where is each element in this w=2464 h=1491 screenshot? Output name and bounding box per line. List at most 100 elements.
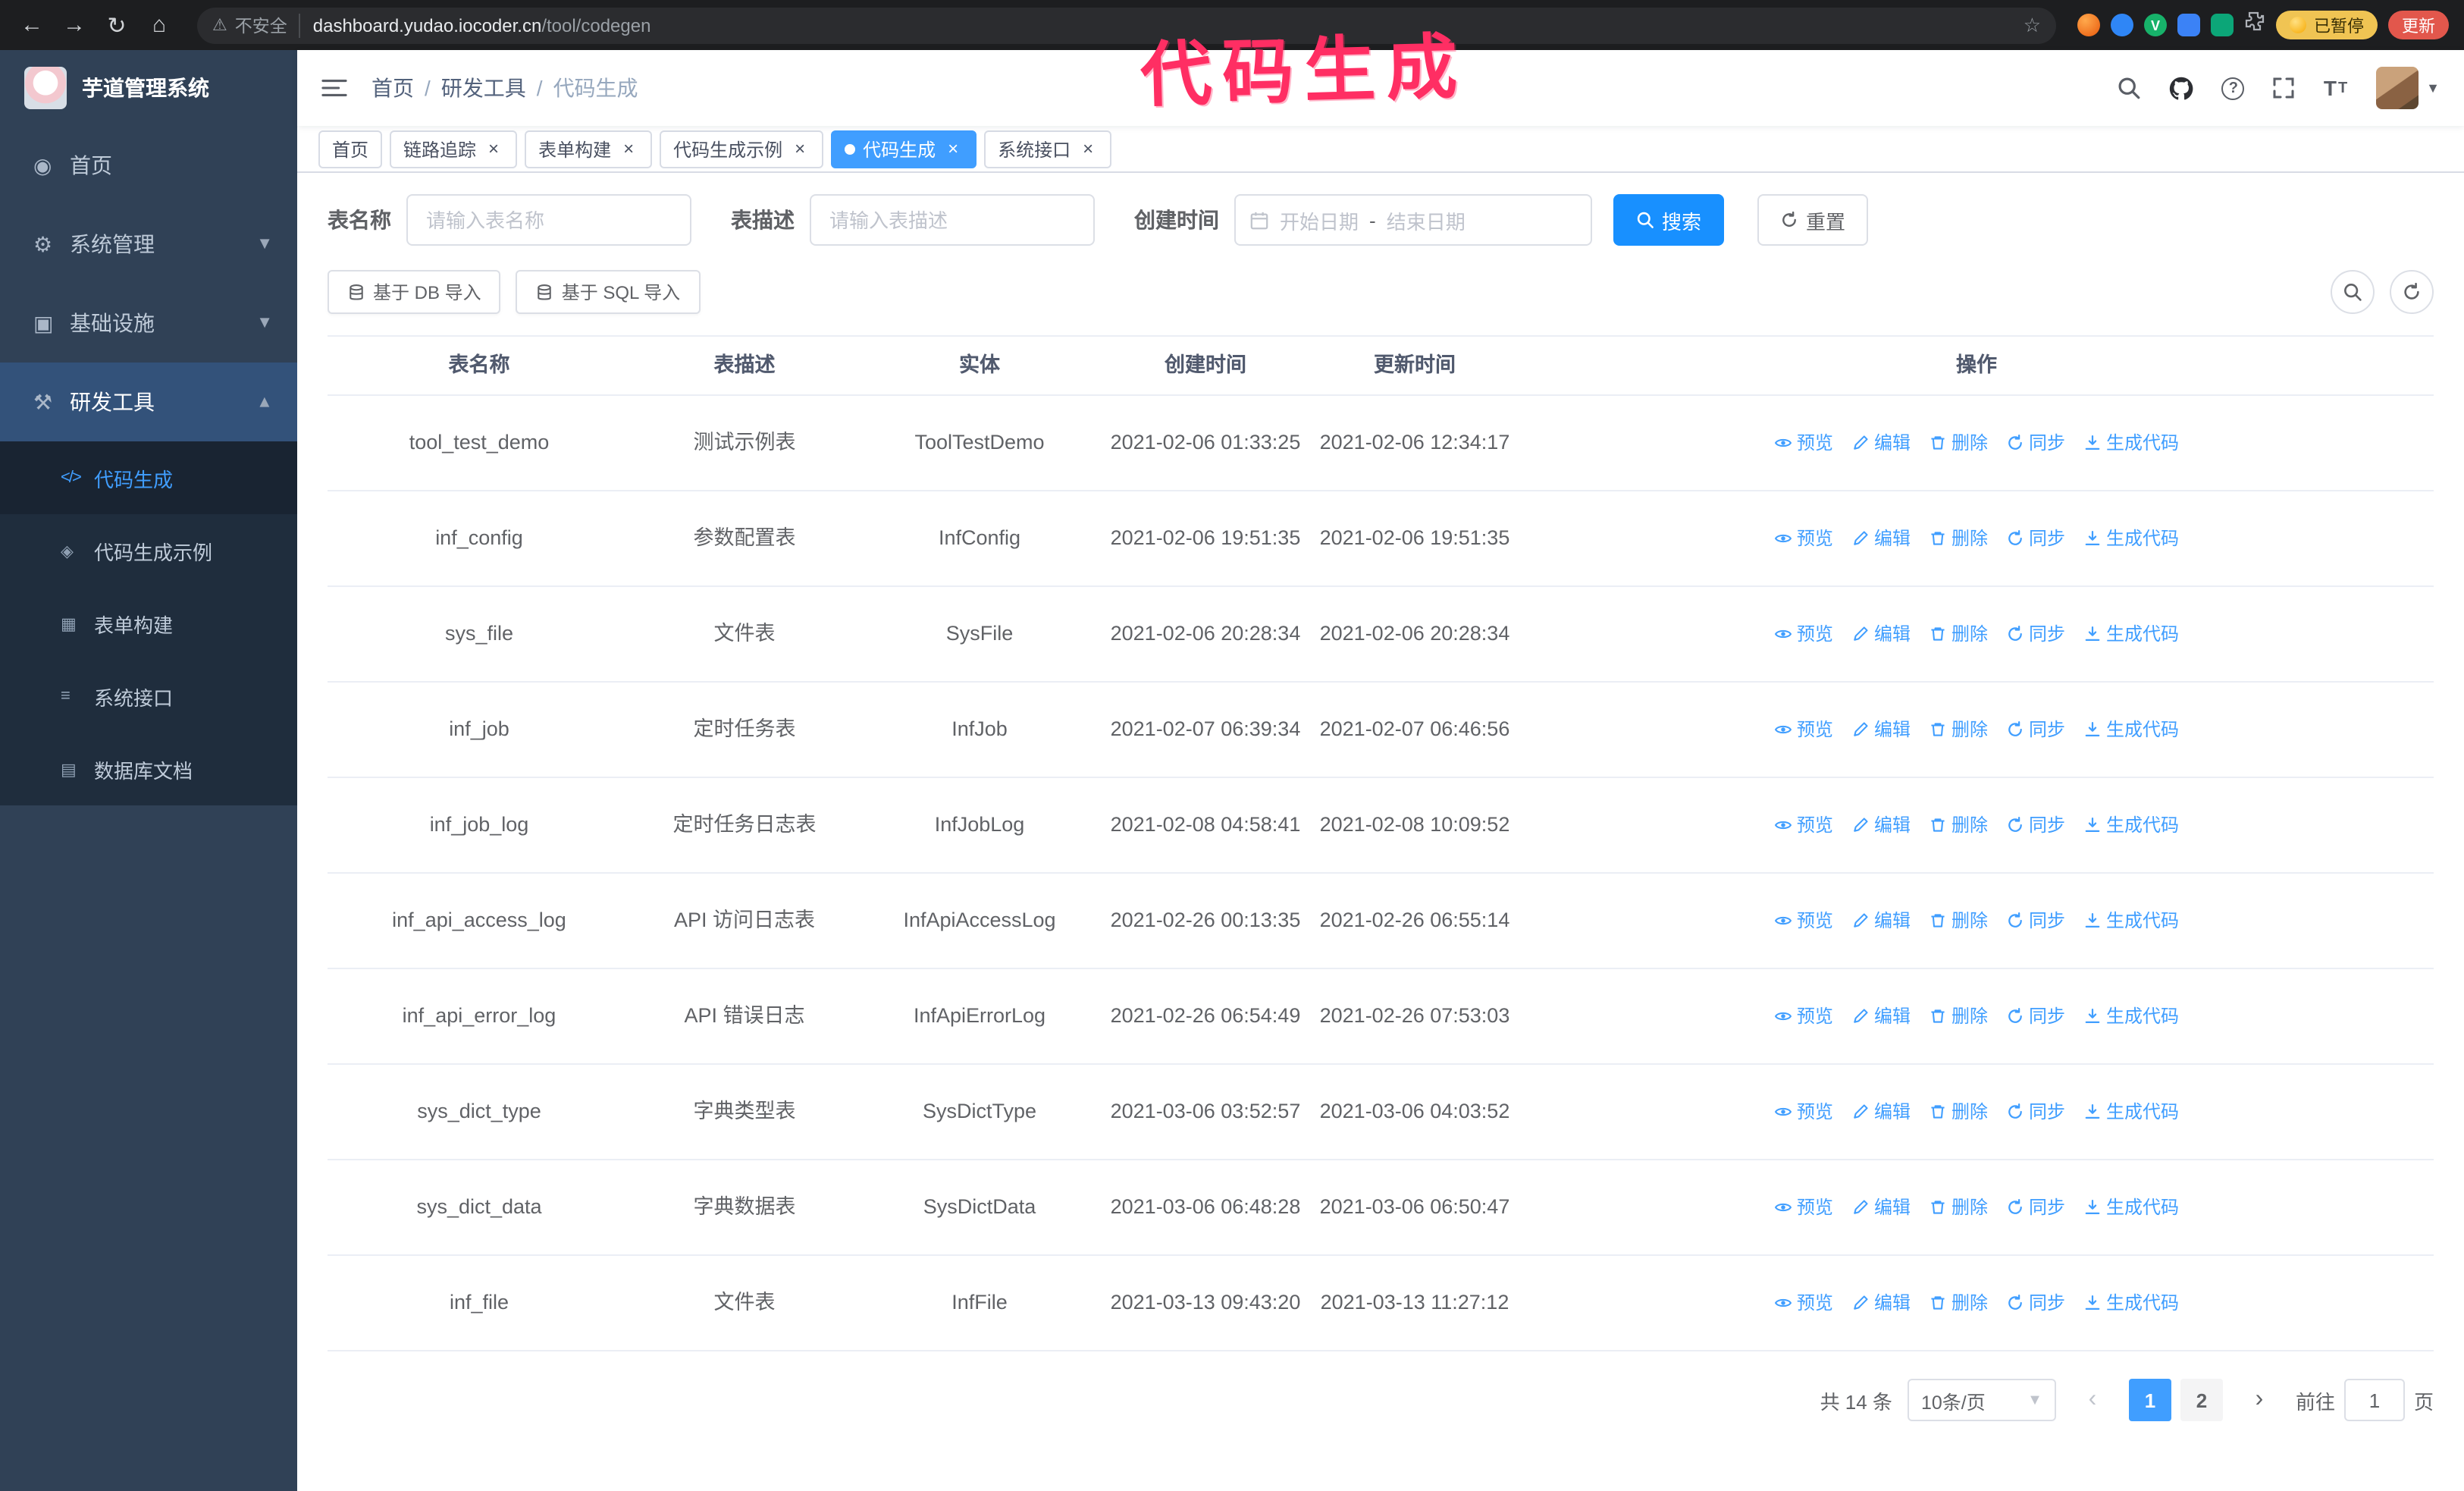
delete-link[interactable]: 删除	[1929, 428, 1988, 457]
extension-icon[interactable]	[2111, 14, 2133, 36]
generate-code-link[interactable]: 生成代码	[2083, 715, 2179, 743]
font-size-icon[interactable]: TT	[2324, 76, 2349, 100]
sync-link[interactable]: 同步	[2006, 524, 2065, 552]
edit-link[interactable]: 编辑	[1851, 1097, 1911, 1125]
edit-link[interactable]: 编辑	[1851, 1289, 1911, 1317]
sync-link[interactable]: 同步	[2006, 1002, 2065, 1030]
extension-icon[interactable]	[2177, 14, 2200, 36]
page-button-2[interactable]: 2	[2180, 1379, 2223, 1421]
generate-code-link[interactable]: 生成代码	[2083, 620, 2179, 648]
fullscreen-icon[interactable]	[2272, 76, 2296, 100]
bookmark-star-icon[interactable]: ☆	[2024, 13, 2041, 37]
sidebar-item-db-doc[interactable]: ▤ 数据库文档	[0, 733, 297, 805]
sidebar-item-infra[interactable]: ▣ 基础设施 ▼	[0, 284, 297, 363]
user-menu[interactable]: ▼	[2376, 67, 2440, 109]
generate-code-link[interactable]: 生成代码	[2083, 1097, 2179, 1125]
table-desc-input[interactable]	[810, 194, 1095, 246]
delete-link[interactable]: 删除	[1929, 524, 1988, 552]
tab-codegen-example[interactable]: 代码生成示例 ×	[660, 130, 824, 168]
page-button-1[interactable]: 1	[2128, 1379, 2171, 1421]
edit-link[interactable]: 编辑	[1851, 428, 1911, 457]
tab-codegen[interactable]: 代码生成 ×	[831, 130, 977, 168]
hamburger-icon[interactable]	[321, 77, 347, 99]
extension-icon[interactable]	[2211, 14, 2234, 36]
search-button[interactable]: 搜索	[1613, 194, 1725, 246]
puzzle-extensions-icon[interactable]	[2244, 11, 2265, 39]
generate-code-link[interactable]: 生成代码	[2083, 811, 2179, 839]
preview-link[interactable]: 预览	[1774, 1289, 1833, 1317]
delete-link[interactable]: 删除	[1929, 620, 1988, 648]
delete-link[interactable]: 删除	[1929, 906, 1988, 934]
generate-code-link[interactable]: 生成代码	[2083, 524, 2179, 552]
tab-close-icon[interactable]: ×	[1078, 139, 1098, 159]
tab-home[interactable]: 首页	[318, 130, 383, 168]
edit-link[interactable]: 编辑	[1851, 906, 1911, 934]
sidebar-item-system-api[interactable]: ≡ 系统接口	[0, 660, 297, 733]
refresh-table-button[interactable]	[2390, 270, 2434, 314]
tab-close-icon[interactable]: ×	[943, 139, 963, 159]
sync-link[interactable]: 同步	[2006, 811, 2065, 839]
delete-link[interactable]: 删除	[1929, 1193, 1988, 1221]
sync-link[interactable]: 同步	[2006, 906, 2065, 934]
date-range-picker[interactable]: 开始日期 - 结束日期	[1234, 194, 1592, 246]
sidebar-item-home[interactable]: ◉ 首页	[0, 126, 297, 205]
delete-link[interactable]: 删除	[1929, 715, 1988, 743]
sync-link[interactable]: 同步	[2006, 1097, 2065, 1125]
tab-close-icon[interactable]: ×	[484, 139, 503, 159]
sidebar-item-codegen-example[interactable]: ◈ 代码生成示例	[0, 514, 297, 587]
goto-page-input[interactable]	[2343, 1379, 2405, 1421]
preview-link[interactable]: 预览	[1774, 428, 1833, 457]
page-size-select[interactable]: 10条/页 ▼	[1907, 1379, 2056, 1421]
address-bar[interactable]: ⚠ 不安全 dashboard.yudao.iocoder.cn/tool/co…	[197, 7, 2056, 43]
preview-link[interactable]: 预览	[1774, 620, 1833, 648]
update-button[interactable]: 更新	[2388, 11, 2449, 39]
extension-icon[interactable]	[2077, 14, 2100, 36]
toggle-search-button[interactable]	[2331, 270, 2375, 314]
tab-trace[interactable]: 链路追踪 ×	[390, 130, 518, 168]
back-icon[interactable]: ←	[15, 8, 49, 42]
tab-close-icon[interactable]: ×	[619, 139, 638, 159]
generate-code-link[interactable]: 生成代码	[2083, 1289, 2179, 1317]
sync-link[interactable]: 同步	[2006, 1289, 2065, 1317]
sidebar-item-system[interactable]: ⚙ 系统管理 ▼	[0, 205, 297, 284]
home-icon[interactable]: ⌂	[143, 8, 176, 42]
paused-badge[interactable]: 已暂停	[2276, 11, 2378, 39]
logo[interactable]: 芋道管理系统	[0, 50, 297, 126]
generate-code-link[interactable]: 生成代码	[2083, 428, 2179, 457]
edit-link[interactable]: 编辑	[1851, 524, 1911, 552]
sync-link[interactable]: 同步	[2006, 1193, 2065, 1221]
search-icon[interactable]	[2118, 76, 2142, 100]
preview-link[interactable]: 预览	[1774, 1193, 1833, 1221]
delete-link[interactable]: 删除	[1929, 1002, 1988, 1030]
generate-code-link[interactable]: 生成代码	[2083, 1002, 2179, 1030]
edit-link[interactable]: 编辑	[1851, 1002, 1911, 1030]
sync-link[interactable]: 同步	[2006, 620, 2065, 648]
github-icon[interactable]	[2169, 75, 2195, 101]
sync-link[interactable]: 同步	[2006, 428, 2065, 457]
edit-link[interactable]: 编辑	[1851, 811, 1911, 839]
preview-link[interactable]: 预览	[1774, 1097, 1833, 1125]
preview-link[interactable]: 预览	[1774, 906, 1833, 934]
delete-link[interactable]: 删除	[1929, 1289, 1988, 1317]
help-icon[interactable]: ?	[2221, 77, 2245, 99]
tab-system-api[interactable]: 系统接口 ×	[984, 130, 1112, 168]
sync-link[interactable]: 同步	[2006, 715, 2065, 743]
tab-form-builder[interactable]: 表单构建 ×	[525, 130, 653, 168]
breadcrumb-home[interactable]: 首页	[371, 73, 414, 103]
prev-page-button[interactable]: ‹	[2071, 1379, 2114, 1421]
preview-link[interactable]: 预览	[1774, 811, 1833, 839]
generate-code-link[interactable]: 生成代码	[2083, 906, 2179, 934]
edit-link[interactable]: 编辑	[1851, 1193, 1911, 1221]
next-page-button[interactable]: ›	[2238, 1379, 2281, 1421]
date-end-placeholder[interactable]: 结束日期	[1387, 206, 1466, 234]
extension-icon[interactable]: V	[2144, 14, 2167, 36]
generate-code-link[interactable]: 生成代码	[2083, 1193, 2179, 1221]
delete-link[interactable]: 删除	[1929, 811, 1988, 839]
breadcrumb-devtools[interactable]: 研发工具	[441, 73, 526, 103]
reset-button[interactable]: 重置	[1757, 194, 1869, 246]
sidebar-item-codegen[interactable]: </> 代码生成	[0, 441, 297, 514]
delete-link[interactable]: 删除	[1929, 1097, 1988, 1125]
refresh-icon[interactable]: ↻	[100, 8, 133, 42]
tab-close-icon[interactable]: ×	[790, 139, 810, 159]
import-db-button[interactable]: 基于 DB 导入	[328, 270, 501, 314]
